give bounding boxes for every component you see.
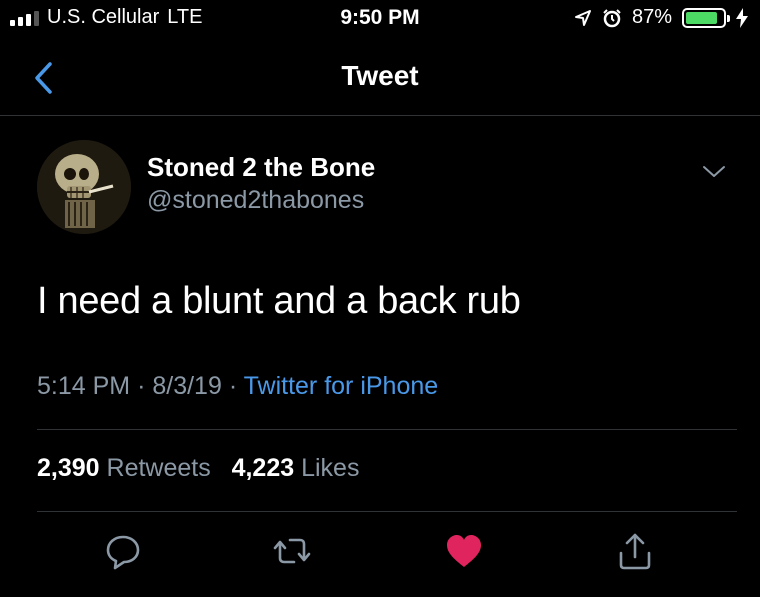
- divider: [37, 511, 737, 512]
- likes-label: Likes: [301, 454, 360, 482]
- likes-count: 4,223: [231, 454, 295, 482]
- skull-avatar-image: [37, 140, 131, 234]
- retweet-icon[interactable]: [272, 531, 312, 571]
- likes-stat[interactable]: 4,223 Likes: [232, 454, 360, 482]
- tweet-source-link[interactable]: Twitter for iPhone: [244, 372, 439, 400]
- display-name[interactable]: Stoned 2 the Bone: [147, 152, 375, 183]
- charging-bolt-icon: [736, 7, 748, 28]
- retweets-label: Retweets: [106, 454, 211, 482]
- meta-separator: ·: [137, 372, 146, 400]
- tweet-time: 5:14 PM: [37, 372, 131, 400]
- retweets-stat[interactable]: 2,390 Retweets: [37, 454, 211, 482]
- chevron-down-icon[interactable]: [700, 160, 728, 182]
- tweet-text: I need a blunt and a back rub: [37, 280, 521, 322]
- alarm-icon: [603, 8, 621, 27]
- share-icon[interactable]: [615, 531, 655, 571]
- action-bar: [0, 525, 760, 580]
- battery-icon: [682, 7, 730, 28]
- tweet-stats: 2,390 Retweets 4,223 Likes: [37, 454, 359, 483]
- status-right: 87%: [574, 6, 748, 29]
- heart-icon[interactable]: [444, 531, 484, 571]
- battery-percent: 87%: [631, 6, 672, 28]
- tweet-meta: 5:14 PM · 8/3/19 · Twitter for iPhone: [37, 372, 438, 401]
- page-title: Tweet: [341, 60, 419, 91]
- reply-icon[interactable]: [103, 531, 143, 571]
- tweet-date: 8/3/19: [152, 372, 222, 400]
- retweets-count: 2,390: [37, 454, 100, 482]
- status-bar: U.S. Cellular LTE 9:50 PM 87%: [0, 0, 760, 38]
- location-icon: [574, 9, 591, 26]
- user-handle[interactable]: @stoned2thabones: [147, 186, 364, 215]
- divider: [37, 429, 737, 430]
- nav-bar: Tweet: [0, 40, 760, 116]
- meta-separator: ·: [228, 372, 238, 400]
- avatar[interactable]: [37, 140, 131, 234]
